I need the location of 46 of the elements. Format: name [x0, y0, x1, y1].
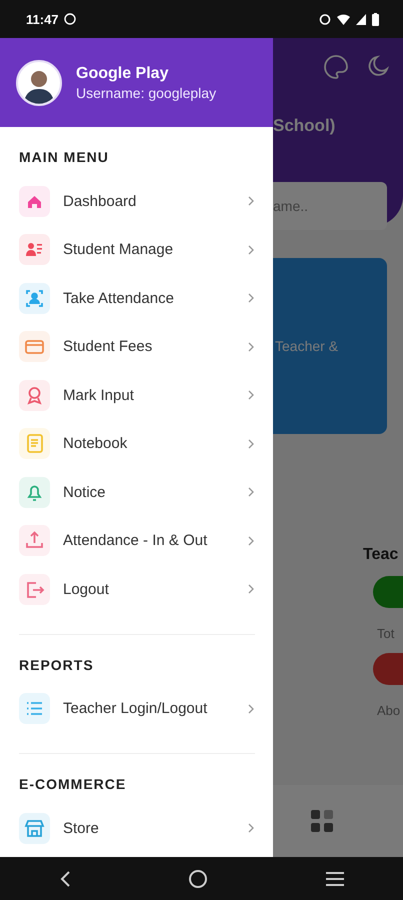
chevron-icon	[247, 487, 255, 498]
username-text: Username: googleplay	[76, 84, 216, 100]
menu-item[interactable]: Logout	[19, 565, 255, 614]
stat-bar	[373, 576, 403, 608]
menu-item[interactable]: Notebook	[19, 420, 255, 468]
chevron-icon	[247, 536, 255, 546]
stat-bar	[373, 653, 403, 685]
signal-icon	[356, 14, 366, 24]
chevron-icon	[247, 438, 255, 449]
menu-item[interactable]: Dashboard	[19, 177, 255, 226]
menu-item[interactable]: Mark Input	[19, 371, 255, 420]
status-time: 11:47	[26, 12, 59, 26]
menu-icon[interactable]	[324, 870, 345, 886]
chevron-icon	[247, 390, 255, 400]
chevron-icon	[247, 342, 255, 352]
menu-item[interactable]: Take Attendance	[19, 274, 255, 322]
chevron-icon	[247, 704, 255, 714]
section-title: MAIN MENU	[19, 149, 110, 165]
back-icon[interactable]	[58, 870, 72, 888]
chevron-icon	[247, 244, 255, 255]
avatar	[16, 60, 62, 106]
menu-item[interactable]: Store	[19, 804, 255, 852]
moon-icon[interactable]	[367, 54, 391, 78]
home-button-icon[interactable]	[188, 868, 208, 888]
section-title: REPORTS	[19, 656, 95, 672]
school-name: School)	[273, 116, 336, 136]
menu-item[interactable]: Student Fees	[19, 322, 255, 371]
wifi-icon	[337, 14, 350, 24]
menu-item[interactable]: Attendance - In & Out	[19, 516, 255, 565]
section-heading: Teac	[363, 546, 400, 564]
alarm-icon	[319, 13, 331, 25]
user-name: Google Play	[76, 64, 170, 82]
stat-label: Abo	[377, 703, 402, 718]
card-text: Teacher &	[275, 338, 338, 354]
menu-item[interactable]: Notice	[19, 468, 255, 516]
grid-icon[interactable]	[311, 810, 333, 832]
chevron-icon	[247, 293, 255, 304]
palette-icon[interactable]	[323, 54, 349, 80]
chevron-icon	[247, 584, 255, 594]
stat-label: Tot	[377, 626, 396, 641]
menu-item[interactable]: Teacher Login/Logout	[19, 684, 255, 733]
chevron-icon	[247, 196, 255, 206]
menu-item[interactable]: Student Manage	[19, 226, 255, 274]
chevron-icon	[247, 823, 255, 834]
battery-icon	[372, 12, 379, 26]
section-title: E-COMMERCE	[19, 776, 128, 792]
